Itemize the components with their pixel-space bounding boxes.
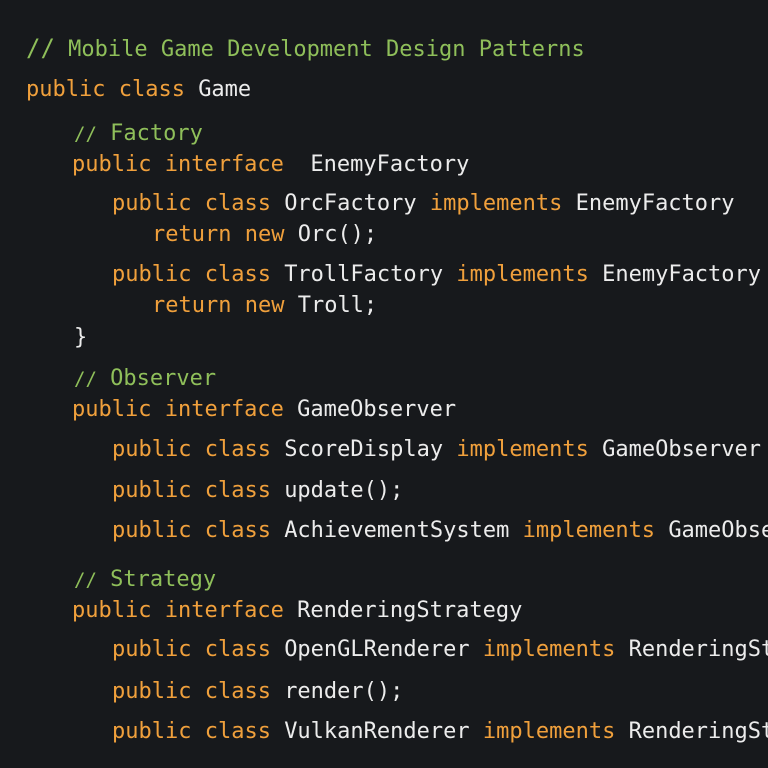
- line-name: render();: [284, 679, 404, 704]
- implemented-interface: EnemyFactory: [602, 262, 762, 287]
- factory-interface-line: public interface EnemyFactory: [72, 151, 469, 179]
- line-keywords: return new: [152, 293, 298, 318]
- implemented-interface: GameObserver: [602, 437, 762, 462]
- code-line: public class OpenGLRenderer implements R…: [112, 636, 768, 664]
- class-keywords: public class: [26, 77, 199, 102]
- implemented-interface: RenderingStrategy: [628, 719, 768, 744]
- section-comment: Factory: [96, 121, 203, 146]
- closing-brace: }: [74, 325, 88, 350]
- line-keywords: public class: [112, 478, 285, 503]
- line-keywords: public class: [112, 637, 285, 662]
- line-name: VulkanRenderer: [284, 719, 470, 744]
- line-name: Troll;: [297, 293, 378, 318]
- line-keywords: public class: [112, 191, 285, 216]
- implements-keyword: implements: [416, 191, 576, 216]
- comment-slashes: //: [26, 34, 55, 62]
- implements-keyword: implements: [469, 637, 629, 662]
- line-keywords: return new: [152, 222, 298, 247]
- line-name: Orc();: [297, 222, 378, 247]
- interface-name: RenderingStrategy: [297, 598, 523, 623]
- line-keywords: public class: [112, 679, 285, 704]
- line-name: TrollFactory: [284, 262, 444, 287]
- code-line: public class OrcFactory implements Enemy…: [112, 190, 735, 218]
- line-keywords: public class: [112, 719, 285, 744]
- line-name: OpenGLRenderer: [284, 637, 470, 662]
- line-name: AchievementSystem: [284, 518, 510, 543]
- comment-slashes: //: [74, 569, 97, 591]
- code-line: public class ScoreDisplay implements Gam…: [112, 436, 761, 464]
- interface-keywords: public interface: [72, 397, 298, 422]
- header-comment: Mobile Game Development Design Patterns: [54, 37, 585, 62]
- comment-slashes: //: [74, 123, 97, 145]
- line-keywords: public class: [112, 437, 285, 462]
- header-comment-line: // Mobile Game Development Design Patter…: [26, 34, 585, 64]
- implements-keyword: implements: [469, 719, 629, 744]
- code-line: public class AchievementSystem implement…: [112, 517, 768, 545]
- implements-keyword: implements: [443, 437, 603, 462]
- strategy-interface-line: public interface RenderingStrategy: [72, 597, 522, 625]
- code-line: public class update();: [112, 477, 403, 505]
- line-name: OrcFactory: [284, 191, 417, 216]
- implemented-interface: RenderingStrategy: [628, 637, 768, 662]
- line-keywords: public class: [112, 518, 285, 543]
- interface-keywords: public interface: [72, 152, 298, 177]
- factory-comment-line: // Factory: [74, 120, 203, 148]
- observer-comment-line: // Observer: [74, 365, 216, 393]
- implemented-interface: EnemyFactory: [575, 191, 735, 216]
- code-line: public class render();: [112, 678, 403, 706]
- interface-keywords: public interface: [72, 598, 298, 623]
- implemented-interface: GameObserver: [668, 518, 768, 543]
- line-name: update();: [284, 478, 404, 503]
- class-name: Game: [198, 77, 252, 102]
- section-comment: Strategy: [96, 567, 217, 592]
- comment-slashes: //: [74, 368, 97, 390]
- code-editor: // Mobile Game Development Design Patter…: [0, 0, 768, 768]
- observer-interface-line: public interface GameObserver: [72, 396, 456, 424]
- closing-brace-line: }: [74, 324, 87, 352]
- code-line: return new Troll;: [152, 292, 377, 320]
- implements-keyword: implements: [509, 518, 669, 543]
- line-name: ScoreDisplay: [284, 437, 444, 462]
- interface-name: EnemyFactory: [297, 152, 470, 177]
- code-line: public class VulkanRenderer implements R…: [112, 718, 768, 746]
- line-keywords: public class: [112, 262, 285, 287]
- code-line: return new Orc();: [152, 221, 377, 249]
- section-comment: Observer: [96, 366, 217, 391]
- implements-keyword: implements: [443, 262, 603, 287]
- strategy-comment-line: // Strategy: [74, 566, 216, 594]
- class-declaration-line: public class Game: [26, 76, 251, 104]
- code-line: public class TrollFactory implements Ene…: [112, 261, 761, 289]
- interface-name: GameObserver: [297, 397, 457, 422]
